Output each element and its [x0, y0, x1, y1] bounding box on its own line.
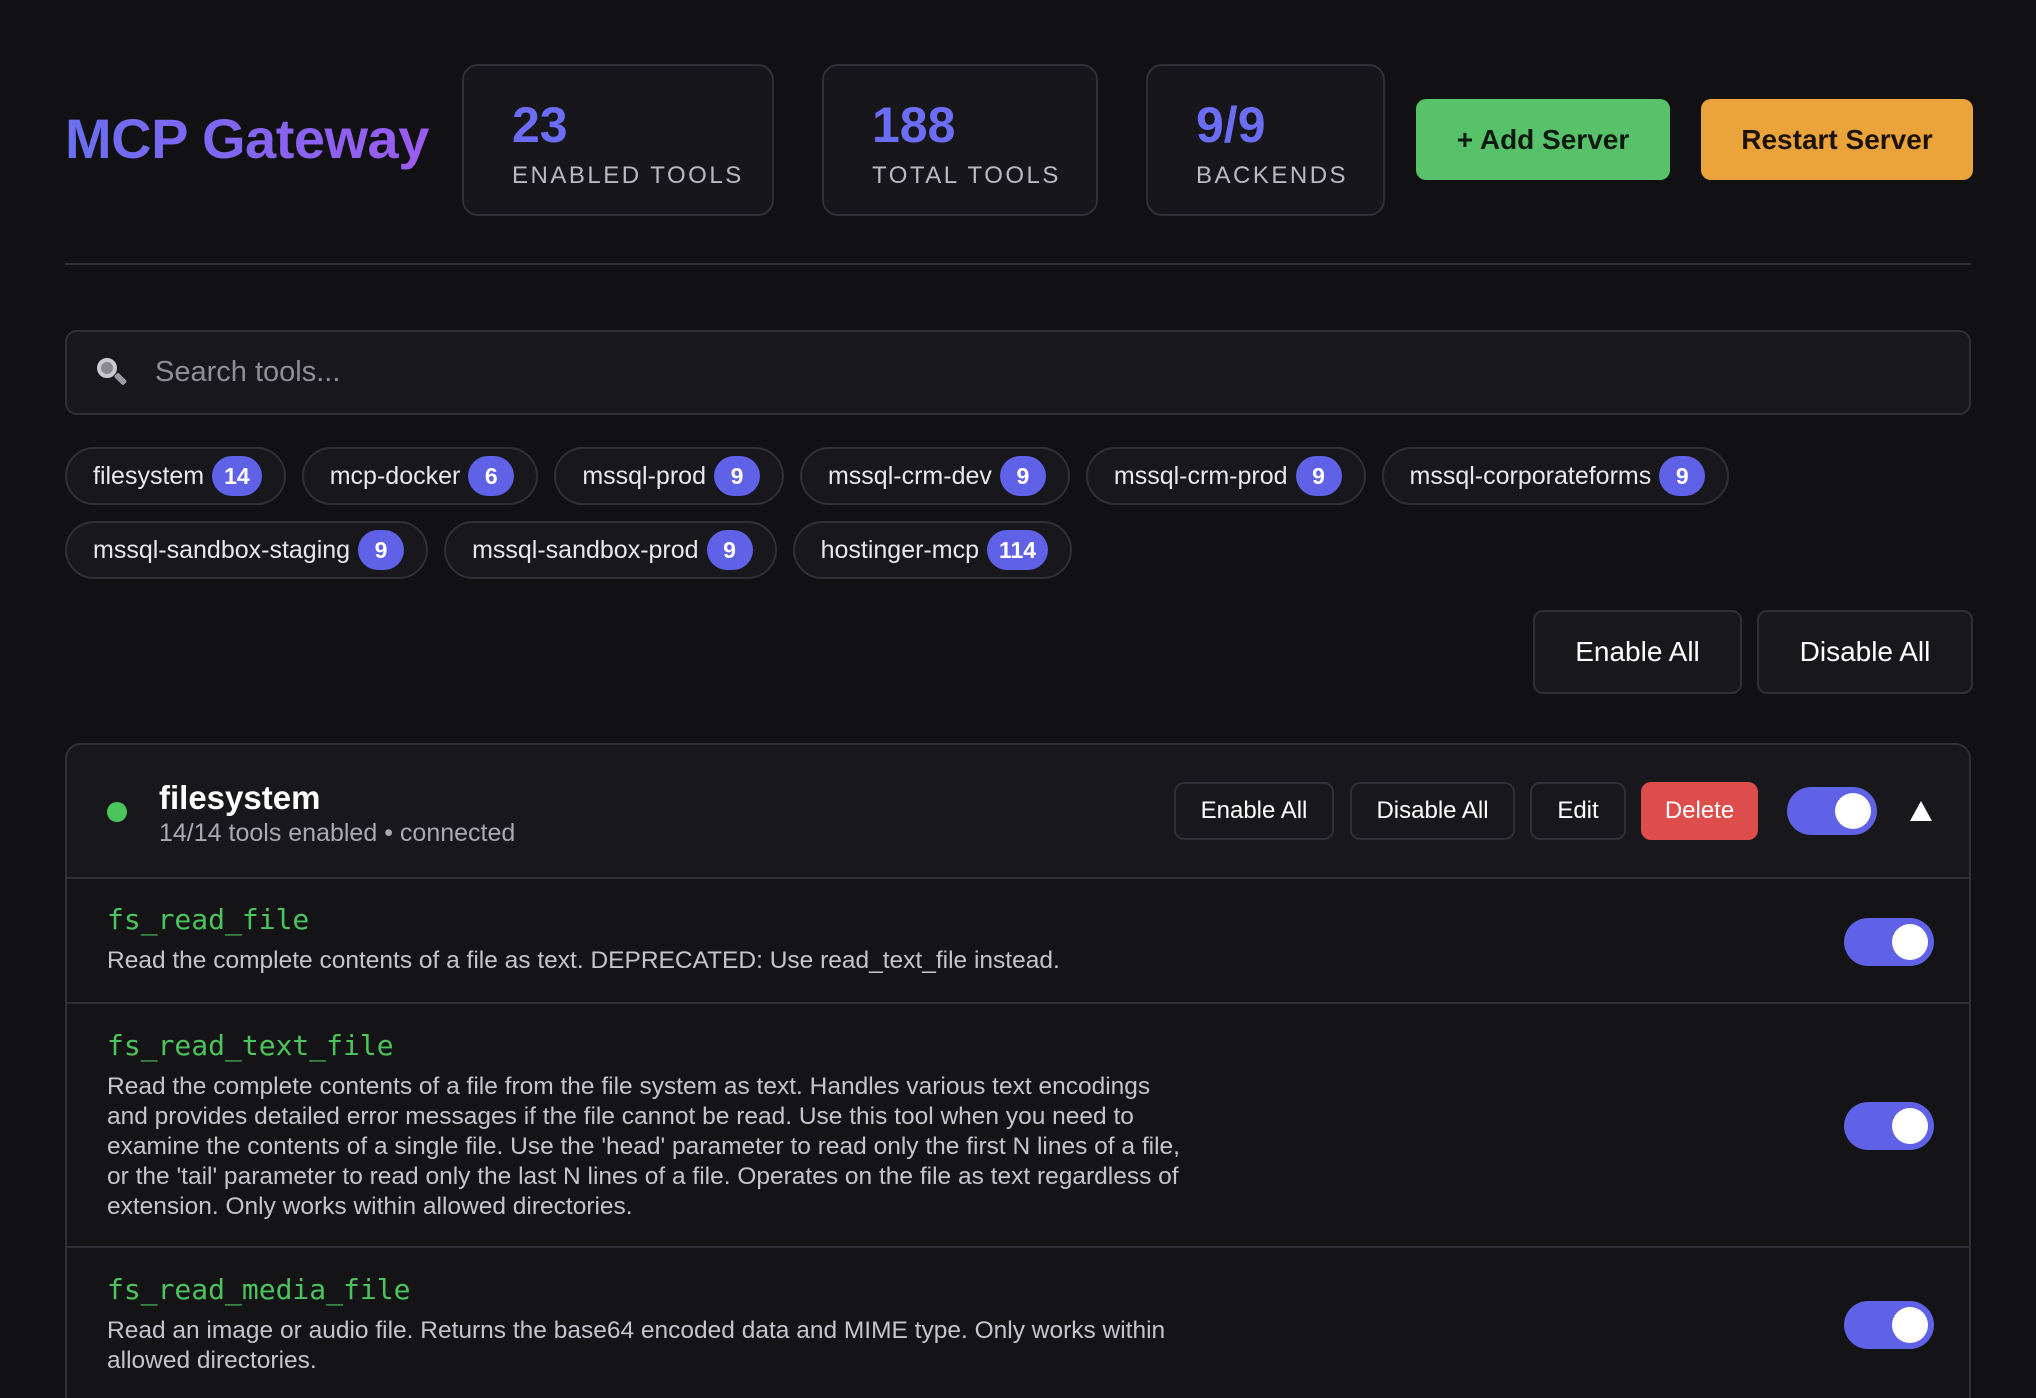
stat-label: ENABLED TOOLS [512, 162, 744, 189]
filter-chip-mssql-sandbox-prod[interactable]: mssql-sandbox-prod 9 [444, 521, 777, 579]
toggle-knob [1892, 1307, 1928, 1343]
server-card-filesystem: filesystem 14/14 tools enabled • connect… [65, 743, 1971, 1398]
chip-label: filesystem [93, 461, 205, 490]
connection-status-dot [107, 802, 127, 822]
disable-all-button[interactable]: Disable All [1757, 610, 1973, 694]
toggle-knob [1892, 924, 1928, 960]
description-line: examine the contents of a single file. U… [107, 1133, 1180, 1160]
description-line: allowed directories. [107, 1347, 317, 1374]
filter-chip-mssql-corporateforms[interactable]: mssql-corporateforms 9 [1381, 447, 1730, 505]
stat-backends: 9/9 BACKENDS [1146, 64, 1385, 216]
description-line: Read the complete contents of a file fro… [107, 1073, 1151, 1100]
server-delete-button[interactable]: Delete [1641, 782, 1758, 840]
filter-chip-mssql-crm-prod[interactable]: mssql-crm-prod 9 [1085, 447, 1366, 505]
tool-description: Read the complete contents of a file as … [107, 947, 1060, 974]
filter-chip-filesystem[interactable]: filesystem 14 [65, 447, 286, 505]
stat-value: 9/9 [1196, 97, 1266, 153]
app-container: MCP Gateway 23 ENABLED TOOLS 188 TOTAL T… [65, 0, 1973, 1398]
filter-chip-hostinger-mcp[interactable]: hostinger-mcp 114 [792, 521, 1073, 579]
filter-chip-mssql-crm-dev[interactable]: mssql-crm-dev 9 [799, 447, 1070, 505]
server-name: filesystem [159, 779, 321, 816]
collapse-arrow-icon[interactable] [1910, 801, 1932, 821]
tool-row: fs_read_media_file Read an image or audi… [67, 1248, 1969, 1398]
tool-description: Read an image or audio file. Returns the… [107, 1316, 1327, 1376]
app-title: MCP Gateway [65, 107, 429, 170]
server-summary: 14/14 tools enabled • connected [159, 819, 515, 848]
tool-description: Read the complete contents of a file fro… [107, 1072, 1327, 1222]
toggle-knob [1892, 1108, 1928, 1144]
tool-enabled-toggle[interactable] [1844, 1301, 1934, 1349]
chip-count-badge: 9 [1295, 456, 1342, 496]
header: MCP Gateway 23 ENABLED TOOLS 188 TOTAL T… [65, 0, 1973, 265]
backend-filter-chips: filesystem 14 mcp-docker 6 mssql-prod 9 … [65, 447, 1971, 595]
chip-count-badge: 114 [986, 530, 1049, 570]
tool-name: fs_read_media_file [107, 1273, 411, 1306]
search-icon [95, 356, 129, 390]
filter-chip-mssql-prod[interactable]: mssql-prod 9 [554, 447, 784, 505]
chip-label: mssql-sandbox-prod [472, 535, 699, 564]
server-disable-all-button[interactable]: Disable All [1350, 782, 1515, 840]
description-line: and provides detailed error messages if … [107, 1103, 1134, 1130]
toggle-knob [1835, 793, 1871, 829]
server-edit-button[interactable]: Edit [1530, 782, 1626, 840]
filter-chip-mcp-docker[interactable]: mcp-docker 6 [301, 447, 539, 505]
stat-enabled-tools: 23 ENABLED TOOLS [462, 64, 774, 216]
chip-label: mssql-crm-prod [1113, 461, 1288, 490]
chip-count-badge: 14 [212, 456, 262, 496]
description-line: or the 'tail' parameter to read only the… [107, 1163, 1179, 1190]
chip-count-badge: 6 [468, 456, 515, 496]
add-server-button[interactable]: + Add Server [1416, 99, 1670, 180]
connection-status-text: connected [399, 819, 516, 847]
search-bar [65, 330, 1971, 415]
stat-value: 188 [872, 97, 956, 153]
filter-chip-mssql-sandbox-staging[interactable]: mssql-sandbox-staging 9 [65, 521, 429, 579]
tool-enabled-toggle[interactable] [1844, 1102, 1934, 1150]
stat-value: 23 [512, 97, 568, 153]
chip-label: mssql-corporateforms [1409, 461, 1652, 490]
chip-count-badge: 9 [358, 530, 405, 570]
tool-name: fs_read_text_file [107, 1029, 394, 1062]
tool-row: fs_read_text_file Read the complete cont… [67, 1004, 1969, 1248]
chip-row: mssql-sandbox-staging 9 mssql-sandbox-pr… [65, 521, 1971, 579]
chip-label: mssql-crm-dev [827, 461, 992, 490]
chip-count-badge: 9 [706, 530, 753, 570]
server-enabled-toggle[interactable] [1787, 787, 1877, 835]
chip-row: filesystem 14 mcp-docker 6 mssql-prod 9 … [65, 447, 1971, 505]
search-input[interactable] [155, 356, 1855, 389]
restart-server-button[interactable]: Restart Server [1701, 99, 1973, 180]
tools-enabled-count: 14/14 tools enabled [159, 819, 378, 847]
chip-count-badge: 9 [999, 456, 1046, 496]
chip-label: mssql-prod [582, 461, 706, 490]
tool-row: fs_read_file Read the complete contents … [67, 879, 1969, 1004]
chip-count-badge: 9 [713, 456, 760, 496]
chip-label: mssql-sandbox-staging [93, 535, 351, 564]
server-enable-all-button[interactable]: Enable All [1174, 782, 1334, 840]
description-line: extension. Only works within allowed dir… [107, 1193, 633, 1220]
separator-dot: • [384, 819, 393, 847]
stat-label: TOTAL TOOLS [872, 162, 1061, 189]
chip-count-badge: 9 [1659, 456, 1706, 496]
tool-enabled-toggle[interactable] [1844, 918, 1934, 966]
tool-name: fs_read_file [107, 903, 310, 936]
chip-label: mcp-docker [329, 461, 461, 490]
stat-total-tools: 188 TOTAL TOOLS [822, 64, 1098, 216]
enable-all-button[interactable]: Enable All [1533, 610, 1742, 694]
chip-label: hostinger-mcp [820, 535, 979, 564]
server-card-header[interactable]: filesystem 14/14 tools enabled • connect… [67, 745, 1969, 879]
description-line: Read an image or audio file. Returns the… [107, 1317, 1166, 1344]
stat-label: BACKENDS [1196, 162, 1349, 189]
